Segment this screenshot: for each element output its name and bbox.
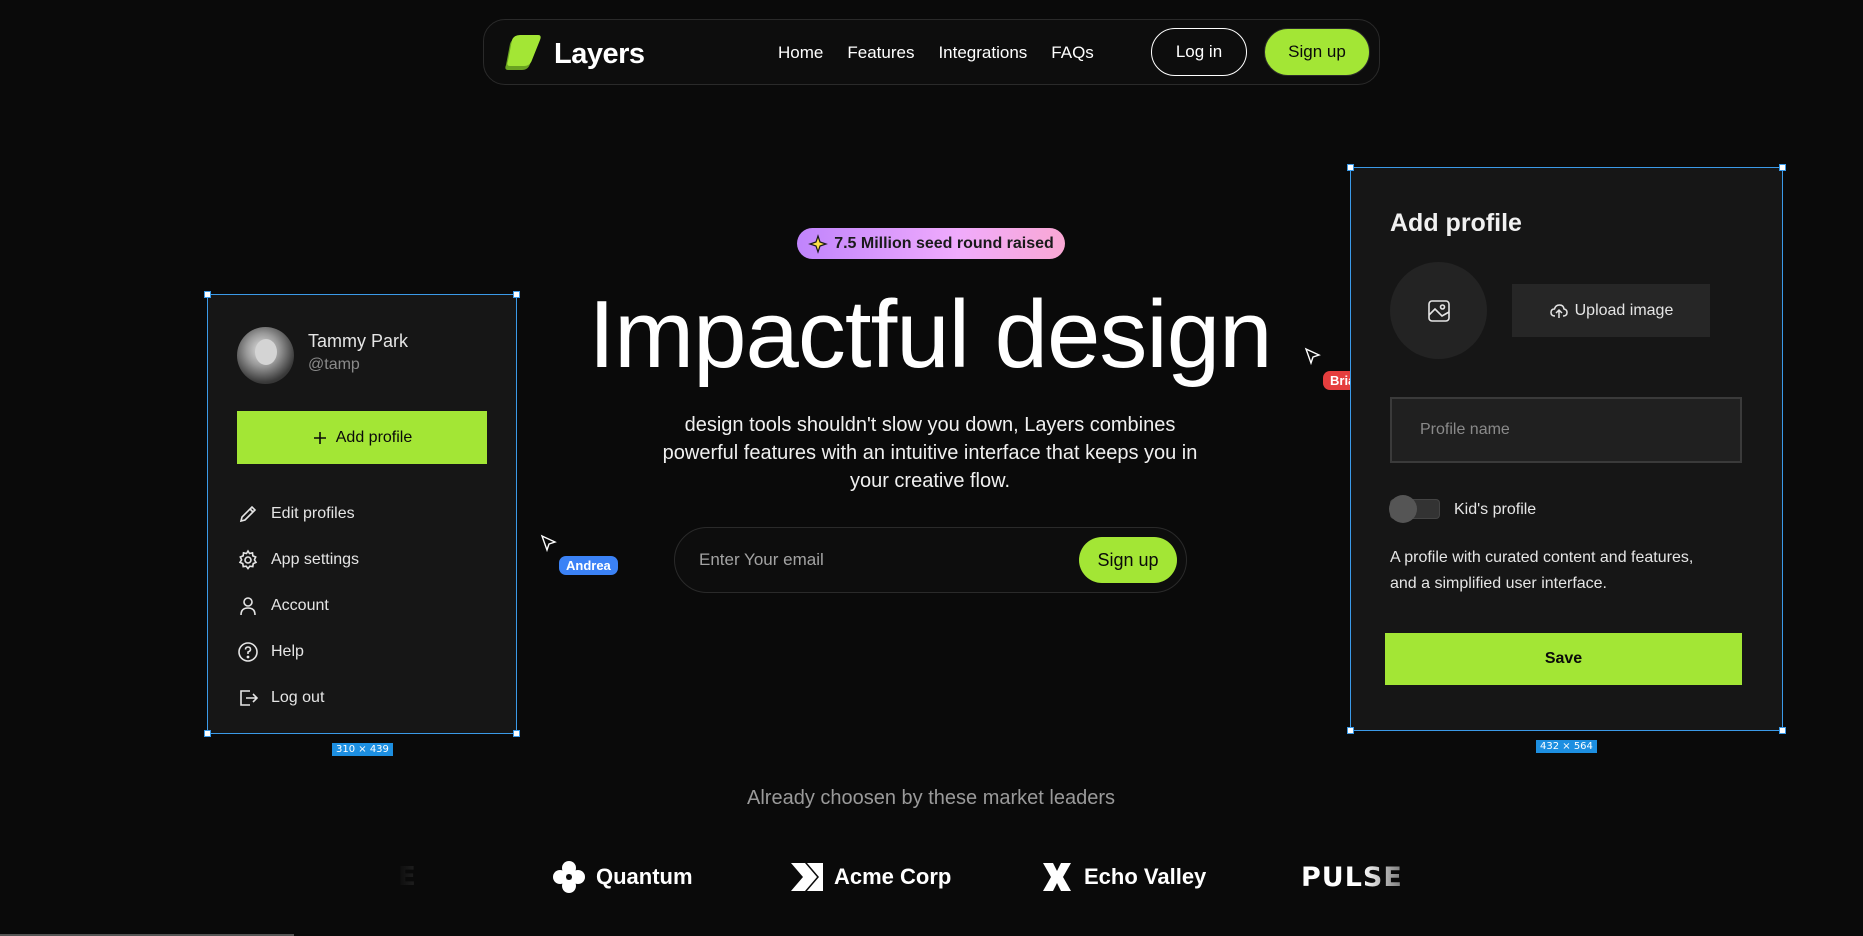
collaborator-tag-andrea: Andrea	[559, 556, 618, 575]
hero-title: Impactful design	[588, 281, 1272, 388]
badge-text: 7.5 Million seed round raised	[834, 234, 1054, 252]
resize-handle[interactable]	[204, 730, 211, 737]
partner-logo-echo-valley: Echo Valley	[1039, 857, 1206, 897]
partner-name: Acme Corp	[834, 864, 952, 889]
sparkle-icon	[808, 233, 829, 254]
login-button[interactable]: Log in	[1151, 28, 1247, 76]
cursor-arrow-icon	[1304, 347, 1321, 366]
funding-badge: 7.5 Million seed round raised	[797, 228, 1065, 259]
partner-logo-pulse: PULSE	[1301, 857, 1403, 897]
nav-link-faqs[interactable]: FAQs	[1051, 43, 1094, 63]
nav-links: Home Features Integrations FAQs	[778, 43, 1094, 63]
resize-handle[interactable]	[1347, 727, 1354, 734]
leaders-heading: Already choosen by these market leaders	[747, 787, 1115, 809]
layers-logo-icon	[505, 35, 541, 70]
nav-signup-button[interactable]: Sign up	[1264, 28, 1370, 76]
resize-handle[interactable]	[513, 730, 520, 737]
hero-subtitle: design tools shouldn't slow you down, La…	[662, 414, 1198, 492]
echo-valley-logo-icon	[1043, 863, 1071, 891]
collaborator-cursor-andrea	[540, 534, 558, 557]
partner-logo-acme-corp: Acme Corp	[789, 857, 951, 897]
email-input[interactable]	[699, 546, 1039, 574]
partner-name: PULSE	[1301, 861, 1403, 893]
collaborator-cursor-brian	[1304, 347, 1322, 370]
top-navbar: Layers Home Features Integrations FAQs L…	[483, 19, 1380, 85]
nav-link-features[interactable]: Features	[847, 43, 914, 63]
resize-handle[interactable]	[1779, 164, 1786, 171]
brand-name: Layers	[554, 37, 645, 70]
resize-handle[interactable]	[1779, 727, 1786, 734]
acme-logo-icon	[791, 863, 823, 891]
nav-link-integrations[interactable]: Integrations	[938, 43, 1027, 63]
dimension-label-right: 432 × 564	[1536, 740, 1597, 753]
partner-logo-quantum: Quantum	[551, 857, 693, 897]
selection-frame-left[interactable]	[204, 291, 520, 737]
quantum-logo-icon	[553, 861, 585, 893]
nav-link-home[interactable]: Home	[778, 43, 823, 63]
resize-handle[interactable]	[204, 291, 211, 298]
logo-fade-overlay	[360, 855, 480, 899]
hero-signup-button[interactable]: Sign up	[1079, 537, 1177, 583]
partner-name: Quantum	[596, 864, 693, 889]
email-signup-form: Sign up	[674, 527, 1187, 593]
cursor-arrow-icon	[540, 534, 557, 553]
resize-handle[interactable]	[513, 291, 520, 298]
resize-handle[interactable]	[1347, 164, 1354, 171]
brand-logo[interactable]: Layers	[500, 32, 645, 76]
selection-frame-right[interactable]	[1347, 164, 1786, 734]
partner-name: Echo Valley	[1084, 864, 1207, 889]
dimension-label-left: 310 × 439	[332, 743, 393, 756]
